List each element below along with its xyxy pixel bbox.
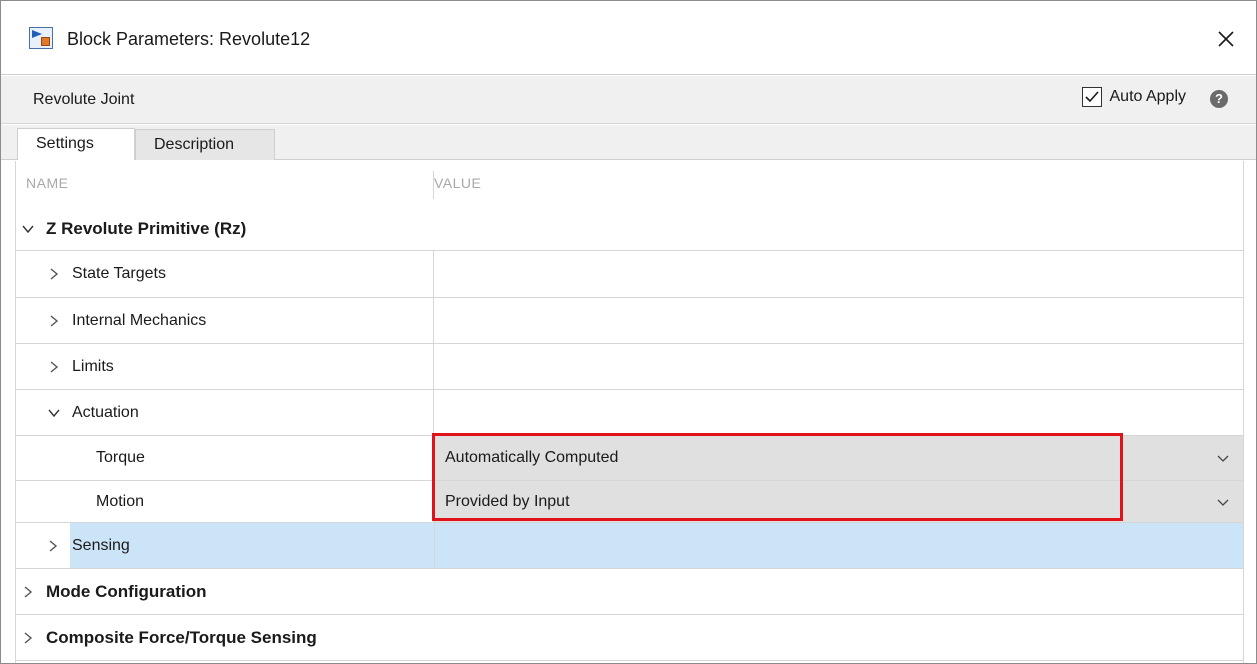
window-title: Block Parameters: Revolute12: [67, 29, 311, 49]
chevron-right-icon[interactable]: [18, 582, 38, 602]
tree-label-actuation: Actuation: [72, 403, 139, 421]
close-icon: [1218, 31, 1234, 47]
checkmark-icon: [1084, 91, 1099, 103]
tree-label-limits: Limits: [72, 357, 114, 375]
param-label-motion: Motion: [96, 492, 145, 510]
tree-row-state-targets[interactable]: State Targets: [16, 251, 1243, 298]
param-row-torque: Torque Automatically Computed: [16, 436, 1243, 481]
group-label-mode-configuration: Mode Configuration: [46, 581, 207, 601]
tab-settings[interactable]: Settings: [17, 128, 135, 160]
motion-dropdown[interactable]: Provided by Input: [434, 481, 1243, 522]
close-button[interactable]: [1210, 23, 1242, 55]
param-row-motion: Motion Provided by Input: [16, 481, 1243, 523]
auto-apply-label: Auto Apply: [1109, 88, 1187, 105]
group-row-mode-configuration[interactable]: Mode Configuration: [16, 569, 1243, 615]
chevron-right-icon[interactable]: [44, 536, 62, 556]
column-header-name: NAME: [26, 175, 69, 191]
tree-row-limits[interactable]: Limits: [16, 344, 1243, 390]
torque-value: Automatically Computed: [445, 449, 619, 466]
help-icon[interactable]: ?: [1210, 90, 1228, 108]
tree-row-internal-mechanics[interactable]: Internal Mechanics: [16, 298, 1243, 344]
title-bar: Block Parameters: Revolute12: [1, 1, 1256, 75]
motion-value: Provided by Input: [445, 492, 570, 510]
chevron-right-icon[interactable]: [44, 357, 64, 377]
chevron-down-icon: [1217, 499, 1229, 506]
chevron-right-icon[interactable]: [44, 264, 64, 284]
chevron-right-icon[interactable]: [18, 628, 38, 648]
chevron-down-icon[interactable]: [18, 219, 38, 239]
tree-label-internal-mechanics: Internal Mechanics: [72, 311, 207, 329]
tree-label-sensing: Sensing: [72, 536, 130, 554]
group-row-composite-sensing[interactable]: Composite Force/Torque Sensing: [16, 615, 1243, 661]
block-type-label: Revolute Joint: [33, 91, 135, 108]
param-label-torque: Torque: [96, 449, 145, 466]
tab-bar: Settings Description: [1, 125, 1256, 160]
column-header-value: VALUE: [434, 175, 482, 191]
tree-label-state-targets: State Targets: [72, 265, 166, 282]
parameter-table: NAME VALUE Z Revolute Primitive (Rz) Sta…: [15, 161, 1244, 663]
auto-apply-toggle[interactable]: Auto Apply: [1081, 87, 1187, 107]
block-header: Revolute Joint Auto Apply ?: [1, 76, 1256, 124]
tab-description[interactable]: Description: [135, 129, 275, 160]
tree-row-sensing[interactable]: Sensing: [16, 523, 1243, 569]
auto-apply-checkbox[interactable]: [1081, 87, 1102, 107]
tree-row-actuation[interactable]: Actuation: [16, 390, 1243, 436]
table-header: NAME VALUE: [16, 161, 1243, 207]
group-row-primitive[interactable]: Z Revolute Primitive (Rz): [16, 207, 1243, 251]
simulink-block-icon: [29, 27, 53, 49]
block-parameters-dialog: Block Parameters: Revolute12 Revolute Jo…: [0, 0, 1257, 664]
torque-dropdown[interactable]: Automatically Computed: [434, 436, 1243, 480]
group-label-primitive: Z Revolute Primitive (Rz): [46, 218, 247, 238]
chevron-down-icon: [1217, 455, 1229, 462]
group-label-composite-sensing: Composite Force/Torque Sensing: [46, 627, 317, 647]
chevron-down-icon[interactable]: [44, 403, 64, 423]
chevron-right-icon[interactable]: [44, 311, 64, 331]
